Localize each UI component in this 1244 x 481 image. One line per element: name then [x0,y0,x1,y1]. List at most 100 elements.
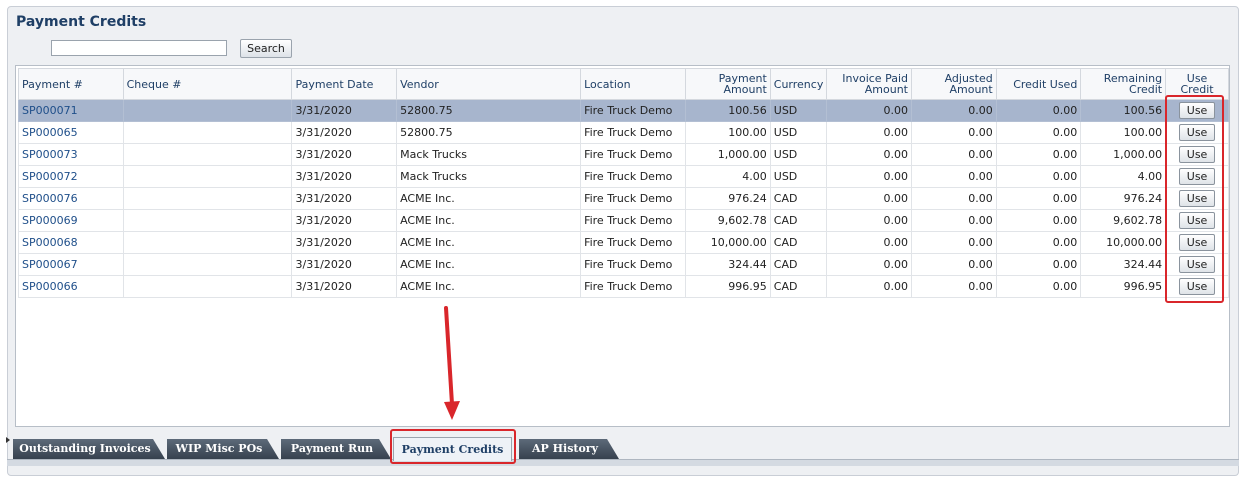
vendor-cell: 52800.75 [396,99,582,122]
table-row[interactable]: SP000068 3/31/2020 ACME Inc. Fire Truck Dem… [18,231,1229,254]
col-cheque-number[interactable]: Cheque # [122,68,293,100]
credit-used-cell: 0.00 [995,275,1082,298]
use-credit-button[interactable]: Use [1179,212,1216,229]
payment-number-cell[interactable]: SP000069 [18,209,124,232]
tab-outstanding-invoices[interactable]: Outstanding Invoices [13,439,165,459]
search-button[interactable]: Search [240,39,292,58]
remaining-credit-cell: 1,000.00 [1080,143,1167,166]
use-credit-cell: Use [1165,143,1229,166]
use-credit-button[interactable]: Use [1179,278,1216,295]
payment-date-cell: 3/31/2020 [291,121,398,144]
payment-number-cell[interactable]: SP000068 [18,231,124,254]
use-credit-button[interactable]: Use [1179,168,1216,185]
currency-cell: USD [769,165,828,188]
payment-number-cell[interactable]: SP000076 [18,187,124,210]
location-cell: Fire Truck Demo [580,121,686,144]
page-title: Payment Credits [16,14,147,30]
col-credit-used[interactable]: Credit Used [995,68,1082,100]
adjusted-amount-cell: 0.00 [911,187,997,210]
tab-payment-run[interactable]: Payment Run [281,439,391,459]
remaining-credit-cell: 976.24 [1080,187,1167,210]
adjusted-amount-cell: 0.00 [911,253,997,276]
use-credit-button[interactable]: Use [1179,256,1216,273]
payment-date-cell: 3/31/2020 [291,275,398,298]
payment-number-cell[interactable]: SP000067 [18,253,124,276]
col-payment-amount[interactable]: Payment Amount [684,68,771,100]
cheque-number-cell [122,143,293,166]
payment-date-cell: 3/31/2020 [291,143,398,166]
search-input[interactable] [51,40,227,56]
payment-number-cell[interactable]: SP000066 [18,275,124,298]
payment-amount-cell: 1,000.00 [684,143,771,166]
payment-date-cell: 3/31/2020 [291,209,398,232]
adjusted-amount-cell: 0.00 [911,99,997,122]
vendor-cell: 52800.75 [396,121,582,144]
vendor-cell: ACME Inc. [396,253,582,276]
table-row[interactable]: SP000069 3/31/2020 ACME Inc. Fire Truck Dem… [18,209,1229,232]
table-row[interactable]: SP000067 3/31/2020 ACME Inc. Fire Truck Dem… [18,253,1229,276]
use-credit-cell: Use [1165,121,1229,144]
location-cell: Fire Truck Demo [580,165,686,188]
remaining-credit-cell: 10,000.00 [1080,231,1167,254]
remaining-credit-cell: 996.95 [1080,275,1167,298]
currency-cell: USD [769,99,828,122]
use-credit-cell: Use [1165,231,1229,254]
use-credit-button[interactable]: Use [1179,234,1216,251]
table-row[interactable]: SP000076 3/31/2020 ACME Inc. Fire Truck Dem… [18,187,1229,210]
table-row[interactable]: SP000066 3/31/2020 ACME Inc. Fire Truck Dem… [18,275,1229,298]
col-adjusted-amount[interactable]: Adjusted Amount [911,68,997,100]
payment-number-cell[interactable]: SP000073 [18,143,124,166]
arrow-down-icon [444,306,460,420]
col-payment-number[interactable]: Payment # [18,68,124,100]
col-remaining-credit[interactable]: Remaining Credit [1080,68,1167,100]
col-payment-date[interactable]: Payment Date [291,68,398,100]
cheque-number-cell [122,275,293,298]
table-header-row: Payment # Cheque # Payment Date Vendor L… [18,68,1229,100]
payment-amount-cell: 976.24 [684,187,771,210]
adjusted-amount-cell: 0.00 [911,231,997,254]
cheque-number-cell [122,253,293,276]
cheque-number-cell [122,231,293,254]
payment-credits-table: Payment # Cheque # Payment Date Vendor L… [18,68,1229,298]
table-row[interactable]: SP000071 3/31/2020 52800.75 Fire Truck Demo… [18,99,1229,122]
adjusted-amount-cell: 0.00 [911,209,997,232]
col-vendor[interactable]: Vendor [396,68,582,100]
col-currency[interactable]: Currency [769,68,828,100]
col-invoice-paid-amount[interactable]: Invoice Paid Amount [826,68,912,100]
remaining-credit-cell: 100.56 [1080,99,1167,122]
use-credit-cell: Use [1165,209,1229,232]
table-row[interactable]: SP000073 3/31/2020 Mack Trucks Fire Truck D… [18,143,1229,166]
payment-number-cell[interactable]: SP000071 [18,99,124,122]
use-credit-button[interactable]: Use [1179,190,1216,207]
payment-number-cell[interactable]: SP000065 [18,121,124,144]
payment-amount-cell: 100.56 [684,99,771,122]
currency-cell: CAD [769,231,828,254]
use-credit-button[interactable]: Use [1179,102,1216,119]
payment-number-cell[interactable]: SP000072 [18,165,124,188]
use-credit-button[interactable]: Use [1179,146,1216,163]
tab-payment-credits[interactable]: Payment Credits [393,437,512,461]
tab-strip-base [7,459,1239,466]
payment-date-cell: 3/31/2020 [291,187,398,210]
adjusted-amount-cell: 0.00 [911,165,997,188]
payment-amount-cell: 100.00 [684,121,771,144]
currency-cell: CAD [769,253,828,276]
credit-used-cell: 0.00 [995,231,1082,254]
table-row[interactable]: SP000065 3/31/2020 52800.75 Fire Truck Demo… [18,121,1229,144]
tab-ap-history[interactable]: AP History [519,439,619,459]
adjusted-amount-cell: 0.00 [911,121,997,144]
currency-cell: USD [769,143,828,166]
payment-amount-cell: 9,602.78 [684,209,771,232]
col-location[interactable]: Location [580,68,686,100]
credit-used-cell: 0.00 [995,209,1082,232]
invoice-paid-amount-cell: 0.00 [826,99,912,122]
invoice-paid-amount-cell: 0.00 [826,231,912,254]
payment-amount-cell: 4.00 [684,165,771,188]
tab-wip-misc-pos[interactable]: WIP Misc POs [167,439,279,459]
credit-used-cell: 0.00 [995,143,1082,166]
table-row[interactable]: SP000072 3/31/2020 Mack Trucks Fire Truck D… [18,165,1229,188]
payment-amount-cell: 996.95 [684,275,771,298]
payment-date-cell: 3/31/2020 [291,165,398,188]
vendor-cell: ACME Inc. [396,231,582,254]
use-credit-button[interactable]: Use [1179,124,1216,141]
